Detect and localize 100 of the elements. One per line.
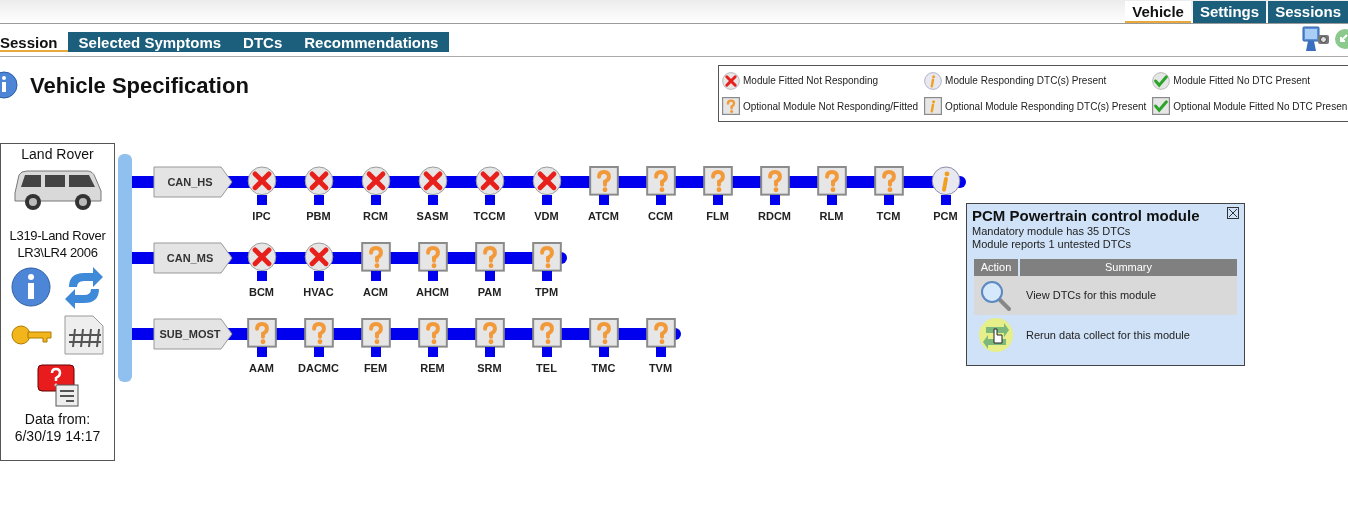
popup-text: Mandatory module has 35 DTCs xyxy=(972,225,1132,238)
check-icon xyxy=(1152,97,1171,116)
module-stub xyxy=(313,346,324,357)
module-stub xyxy=(313,270,324,281)
action-label[interactable]: Rerun data collect for this module xyxy=(1026,326,1190,344)
question-icon[interactable] xyxy=(588,318,619,348)
module-name[interactable]: HVAC xyxy=(303,283,334,300)
popup-title: PCM Powertrain control module xyxy=(972,207,1201,225)
module-stub xyxy=(427,194,438,205)
module-name[interactable]: TVM xyxy=(648,359,673,376)
question-icon[interactable] xyxy=(417,318,448,348)
module-stub xyxy=(655,194,666,205)
module-name[interactable]: RDCM xyxy=(758,207,791,224)
legend-label: Module Fitted No DTC Present xyxy=(1173,74,1311,89)
module-stub xyxy=(484,194,495,205)
module-name[interactable]: AAM xyxy=(248,359,275,376)
cross-icon[interactable] xyxy=(246,166,277,196)
column-header: Summary xyxy=(1020,259,1237,276)
cross-icon[interactable] xyxy=(303,242,334,272)
magnifier-icon[interactable] xyxy=(980,279,1012,312)
info-icon xyxy=(924,71,943,90)
vehicle-make: Land Rover xyxy=(21,146,94,163)
question-icon[interactable] xyxy=(702,166,733,196)
data-from-time: 6/30/19 14:17 xyxy=(14,428,101,445)
question-icon[interactable] xyxy=(531,242,562,272)
cross-icon[interactable] xyxy=(417,166,448,196)
legend-label: Optional Module Responding DTC(s) Present xyxy=(945,99,1147,114)
question-icon[interactable] xyxy=(246,318,277,348)
module-stub xyxy=(883,194,894,205)
computer-camera-icon[interactable] xyxy=(1300,24,1330,54)
hash-document-icon[interactable] xyxy=(62,315,105,355)
session-tab[interactable]: Recommendations xyxy=(293,32,450,52)
module-name[interactable]: PCM xyxy=(933,207,958,224)
module-name[interactable]: TPM xyxy=(534,283,559,300)
bus-name: CAN_HS xyxy=(166,175,214,190)
module-name[interactable]: REM xyxy=(420,359,445,376)
module-stub xyxy=(370,346,381,357)
info-icon xyxy=(0,70,18,100)
question-icon[interactable] xyxy=(417,242,448,272)
module-stub xyxy=(256,194,267,205)
module-name[interactable]: FEM xyxy=(363,359,388,376)
module-name[interactable]: PAM xyxy=(477,283,502,300)
module-name[interactable]: TCCM xyxy=(473,207,506,224)
rerun-icon[interactable] xyxy=(978,317,1014,353)
question-icon[interactable] xyxy=(360,318,391,348)
cross-icon[interactable] xyxy=(360,166,391,196)
module-name[interactable]: AHCM xyxy=(416,283,449,300)
module-name[interactable]: ATCM xyxy=(588,207,619,224)
data-from-label: Data from: xyxy=(24,411,91,428)
module-name[interactable]: TCM xyxy=(876,207,901,224)
info-icon[interactable] xyxy=(10,267,51,307)
module-stub xyxy=(313,194,324,205)
module-stub xyxy=(598,346,609,357)
question-icon[interactable] xyxy=(531,318,562,348)
question-icon[interactable] xyxy=(303,318,334,348)
question-icon[interactable] xyxy=(360,242,391,272)
question-icon[interactable] xyxy=(759,166,790,196)
module-name[interactable]: ACM xyxy=(362,283,389,300)
bus-name: SUB_MOST xyxy=(159,327,221,342)
module-name[interactable]: VDM xyxy=(534,207,559,224)
module-name[interactable]: TEL xyxy=(536,359,557,376)
question-icon[interactable] xyxy=(645,166,676,196)
module-name[interactable]: FLM xyxy=(706,207,729,224)
module-name[interactable]: SASM xyxy=(416,207,449,224)
cross-icon[interactable] xyxy=(531,166,562,196)
info-icon[interactable] xyxy=(930,166,961,196)
cross-icon[interactable] xyxy=(246,242,277,272)
module-stub xyxy=(769,194,780,205)
module-name[interactable]: RLM xyxy=(819,207,844,224)
question-icon[interactable] xyxy=(816,166,847,196)
nav-tab[interactable]: Vehicle xyxy=(1125,1,1191,23)
module-stub xyxy=(655,346,666,357)
session-tab[interactable]: Selected Symptoms xyxy=(67,32,233,52)
question-icon[interactable] xyxy=(588,166,619,196)
module-stub xyxy=(370,270,381,281)
module-name[interactable]: SRM xyxy=(477,359,502,376)
question-icon[interactable] xyxy=(873,166,904,196)
question-icon[interactable] xyxy=(474,242,505,272)
vehicle-model: LR3\LR4 2006 xyxy=(16,244,99,261)
module-stub xyxy=(370,194,381,205)
question-icon[interactable] xyxy=(645,318,676,348)
info-icon xyxy=(924,97,943,116)
question-icon xyxy=(722,97,740,116)
nav-tab[interactable]: Settings xyxy=(1192,1,1267,23)
module-name[interactable]: PBM xyxy=(306,207,331,224)
cross-icon[interactable] xyxy=(474,166,505,196)
module-name[interactable]: DACMC xyxy=(298,359,339,376)
module-name[interactable]: CCM xyxy=(647,207,674,224)
module-stub xyxy=(484,270,495,281)
bus-name: CAN_MS xyxy=(165,251,215,266)
session-tab[interactable]: DTCs xyxy=(232,32,294,52)
module-name[interactable]: IPC xyxy=(252,207,271,224)
error-report-icon[interactable] xyxy=(35,363,80,407)
question-icon[interactable] xyxy=(474,318,505,348)
nav-tab[interactable]: Sessions xyxy=(1268,1,1348,23)
module-name[interactable]: BCM xyxy=(248,283,275,300)
cross-icon[interactable] xyxy=(303,166,334,196)
module-name[interactable]: TMC xyxy=(591,359,616,376)
close-icon[interactable] xyxy=(1227,207,1239,219)
module-name[interactable]: RCM xyxy=(362,207,389,224)
